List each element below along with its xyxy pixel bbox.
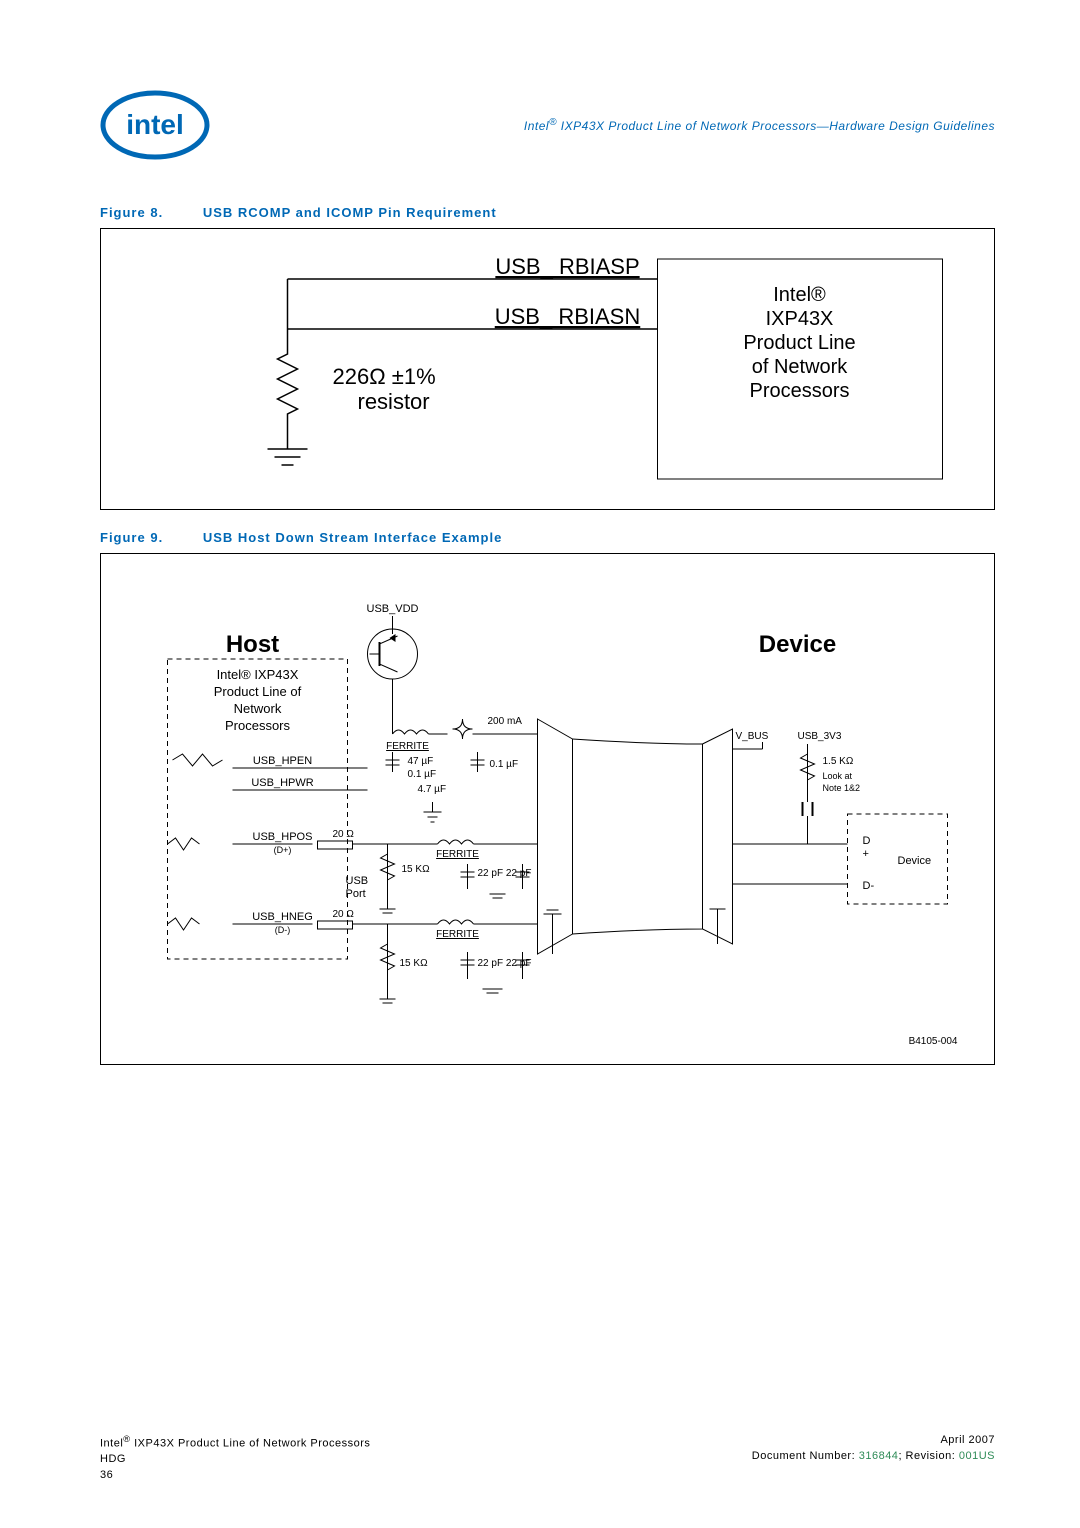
svg-text:D: D xyxy=(863,835,871,847)
svg-text:Processors: Processors xyxy=(225,718,291,733)
svg-text:Device: Device xyxy=(759,631,836,658)
svg-text:0.1 µF: 0.1 µF xyxy=(490,759,519,770)
svg-text:FERRITE: FERRITE xyxy=(436,849,479,860)
svg-text:Product Line: Product Line xyxy=(743,332,855,354)
svg-text:IXP43X: IXP43X xyxy=(766,308,834,330)
figure8-caption: Figure 8. USB RCOMP and ICOMP Pin Requir… xyxy=(100,205,995,220)
svg-text:0.1 µF: 0.1 µF xyxy=(408,769,437,780)
svg-text:of Network: of Network xyxy=(752,356,849,378)
intel-logo: intel xyxy=(100,90,210,160)
svg-text:USB_3V3: USB_3V3 xyxy=(798,731,842,742)
page-footer: Intel® IXP43X Product Line of Network Pr… xyxy=(100,1433,995,1483)
svg-text:USB_HPEN: USB_HPEN xyxy=(253,755,312,767)
svg-text:resistor: resistor xyxy=(358,389,430,414)
figure9-diagram: Host Device Intel® IXP43X Product Line o… xyxy=(100,553,995,1065)
header-title: Intel® IXP43X Product Line of Network Pr… xyxy=(240,117,995,133)
svg-text:Port: Port xyxy=(346,888,366,900)
svg-text:USB: USB xyxy=(346,875,369,887)
svg-text:Product Line of: Product Line of xyxy=(214,684,302,699)
svg-text:USB_HPWR: USB_HPWR xyxy=(251,777,313,789)
chip-text: Intel® xyxy=(773,284,826,306)
svg-text:(D-): (D-) xyxy=(275,925,291,935)
svg-text:200 mA: 200 mA xyxy=(488,716,523,727)
svg-text:D-: D- xyxy=(863,880,875,892)
svg-text:FERRITE: FERRITE xyxy=(436,929,479,940)
figure9-caption: Figure 9. USB Host Down Stream Interface… xyxy=(100,530,995,545)
svg-text:USB_ RBIASP: USB_ RBIASP xyxy=(495,254,639,279)
svg-text:B4105-004: B4105-004 xyxy=(909,1036,958,1047)
figure8-diagram: Intel® IXP43X Product Line of Network Pr… xyxy=(100,228,995,510)
page-header: intel Intel® IXP43X Product Line of Netw… xyxy=(100,90,995,160)
svg-text:FERRITE: FERRITE xyxy=(386,741,429,752)
svg-text:20 Ω: 20 Ω xyxy=(333,909,355,920)
svg-text:Look at: Look at xyxy=(823,771,853,781)
svg-text:USB_ RBIASN: USB_ RBIASN xyxy=(495,304,641,329)
svg-text:+: + xyxy=(863,848,869,860)
svg-text:V_BUS: V_BUS xyxy=(736,731,769,742)
svg-text:15 KΩ: 15 KΩ xyxy=(402,864,431,875)
svg-text:Processors: Processors xyxy=(749,380,849,402)
svg-text:1.5 KΩ: 1.5 KΩ xyxy=(823,756,854,767)
svg-text:47 µF: 47 µF xyxy=(408,756,434,767)
svg-text:15 KΩ: 15 KΩ xyxy=(400,958,429,969)
svg-text:20 Ω: 20 Ω xyxy=(333,829,355,840)
svg-text:Intel® IXP43X: Intel® IXP43X xyxy=(217,667,299,682)
svg-text:USB_HPOS: USB_HPOS xyxy=(253,831,313,843)
svg-text:4.7 µF: 4.7 µF xyxy=(418,784,447,795)
svg-text:intel: intel xyxy=(126,109,184,140)
svg-text:Network: Network xyxy=(234,701,282,716)
svg-text:Device: Device xyxy=(898,855,932,867)
svg-text:226Ω ±1%: 226Ω ±1% xyxy=(333,364,436,389)
svg-text:USB_VDD: USB_VDD xyxy=(367,603,419,615)
svg-text:(D+): (D+) xyxy=(274,845,292,855)
svg-text:USB_HNEG: USB_HNEG xyxy=(252,911,313,923)
svg-text:Note 1&2: Note 1&2 xyxy=(823,783,861,793)
svg-text:Host: Host xyxy=(226,631,279,658)
